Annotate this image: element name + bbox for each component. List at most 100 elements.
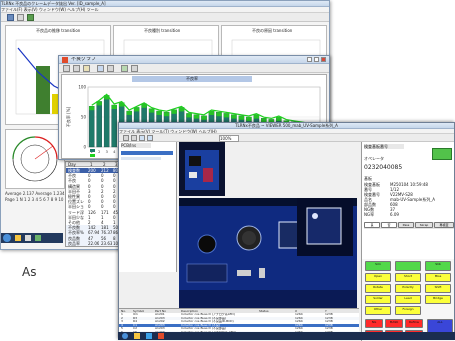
info-section-title: 基板 [364, 176, 372, 181]
defect-key-red[interactable]: NG [365, 319, 383, 328]
status-text: Average 2.137 Average 1.234 [5, 191, 65, 196]
bar-cap-mark [186, 113, 192, 118]
window-title: 不良グラフ [71, 57, 97, 62]
info-label: NG率 [364, 212, 375, 217]
defect-key-yellow[interactable]: Open [365, 273, 391, 282]
defect-key-green[interactable] [395, 261, 421, 271]
explorer-icon[interactable] [134, 333, 140, 339]
setting-icon[interactable] [83, 65, 90, 72]
zoom-icon[interactable] [97, 65, 104, 72]
app-icon [62, 57, 68, 63]
open-icon[interactable] [123, 135, 129, 141]
start-icon[interactable] [3, 234, 11, 242]
table-cell: 23.63 [101, 240, 112, 246]
browser-icon[interactable] [146, 333, 152, 339]
tree-item[interactable] [121, 157, 161, 160]
defect-key-yellow[interactable]: Solder [365, 295, 391, 304]
bar-cap-mark [156, 111, 162, 115]
print-icon[interactable] [73, 65, 80, 72]
tab-reinspect[interactable]: 再検査 [434, 222, 454, 228]
bar-mark [96, 101, 102, 148]
tree-tab[interactable]: PCB/Ins [121, 143, 151, 148]
bar-cap-mark [134, 107, 140, 112]
folder-icon[interactable] [15, 235, 21, 241]
defect-key-yellow[interactable]: Bridge [425, 295, 451, 304]
table-cell: 22.06 [88, 240, 99, 246]
zoom-out-icon[interactable] [147, 135, 153, 141]
x-tick-label: 4 [113, 150, 116, 154]
pie-chart [12, 136, 58, 182]
pie-panel [5, 129, 65, 189]
bar-cap-mark [193, 114, 200, 119]
defect-key-red[interactable]: MASK [385, 319, 403, 328]
tab-ng[interactable]: 否 [381, 222, 397, 228]
graph-toolbar [59, 64, 329, 73]
open-icon[interactable] [7, 14, 14, 21]
bar-cap-mark [216, 112, 222, 117]
defect-key-green[interactable]: Slib [425, 261, 451, 271]
app-icon[interactable] [25, 235, 31, 241]
defect-key-yellow[interactable]: Miss [425, 273, 451, 282]
tab-ok[interactable]: 良 [364, 222, 380, 228]
bar-cap-mark [148, 108, 155, 113]
start-icon[interactable] [122, 333, 128, 339]
header-cell: 2 [103, 162, 106, 167]
tab-pass[interactable]: Pass [398, 222, 414, 228]
pager-text[interactable]: Page 1 N 1 2 3 4 5 6 7 8 9 10 [5, 197, 65, 202]
defect-key-yellow[interactable]: Lead [395, 295, 421, 304]
table-body: 検査数 200 212 80 不良 0 0 0 不良 0 0 0 構造異 0 0 0 半田不 3 2 2 極性異 0 0 0 位… [66, 168, 122, 246]
save-icon[interactable] [63, 65, 70, 72]
bar-cap-mark [231, 114, 237, 119]
maximize-button[interactable] [314, 57, 319, 62]
bar-mark [88, 106, 95, 148]
table-header: Day 1 2 3 [66, 162, 122, 167]
header-cell: 1 [90, 162, 93, 167]
print-icon[interactable] [17, 14, 24, 21]
export-icon[interactable] [121, 65, 128, 72]
defect-key-red[interactable]: Reflow [405, 319, 423, 328]
component-svg [306, 207, 342, 245]
result-tabs: 良 否 Pass Skrap 再検査 [364, 222, 454, 229]
info-section-title: 検査基板番号 [364, 144, 404, 149]
panel-title: 不良の原因 transition [252, 28, 293, 33]
taskbar [1, 233, 63, 243]
table-cell: 良品率 [68, 240, 80, 246]
bar-cap-mark [223, 113, 230, 118]
bar-cap-mark [201, 115, 207, 120]
app-icon[interactable] [35, 235, 41, 241]
tab-scrap[interactable]: Skrap [415, 222, 433, 228]
defect-key-yellow[interactable]: Rotate [365, 284, 391, 293]
defect-key-yellow[interactable]: Shift [425, 284, 451, 293]
defect-key-yellow[interactable]: Foreign [395, 306, 421, 315]
minimize-button[interactable] [307, 57, 312, 62]
table-icon[interactable] [131, 65, 138, 72]
pass-indicator [432, 148, 452, 160]
title-bar: 不良グラフ [59, 56, 329, 64]
zoom-in-icon[interactable] [139, 135, 145, 141]
defect-key-yellow[interactable]: Polarity [395, 284, 421, 293]
defect-key-green[interactable]: Sim [365, 261, 391, 271]
defect-list: No. Symbol Part No Description Status X Y 1 IC1… [119, 308, 359, 335]
board-overview-image[interactable] [179, 142, 225, 196]
save-icon[interactable] [131, 135, 137, 141]
legend-swatch [90, 154, 95, 157]
daily-data-table: Day 1 2 3 検査数 200 212 80 不良 0 0 0 不良 0 0 0 構造異 0 0 0 半田不… [65, 161, 123, 247]
defect-keypad: Sim Slib Open Short Miss Rotate Polarity Shift S… [361, 259, 454, 341]
operator-label: オペレータ [364, 156, 384, 161]
tree-item-selected[interactable] [121, 151, 173, 155]
tree-panel: PCB/Ins [119, 142, 177, 272]
header-cell: Day [68, 162, 76, 167]
bar-cap-mark [246, 117, 252, 121]
component-image[interactable] [297, 198, 353, 256]
bar-cap-mark [126, 111, 132, 115]
chart-icon[interactable] [27, 14, 34, 21]
toolbar [1, 13, 329, 22]
app-icon[interactable] [158, 333, 164, 339]
defect-key-yellow[interactable]: Other [365, 306, 391, 315]
board-overview-svg [185, 150, 219, 190]
zoom-select[interactable]: 100% [219, 135, 239, 142]
copy-icon[interactable] [107, 65, 114, 72]
defect-key-yellow[interactable]: Short [395, 273, 421, 282]
inspection-info-panel: 検査基板番号 オペレータ 0232040085 基板 検査基板 M250104 1… [361, 142, 454, 260]
close-button[interactable] [321, 57, 326, 62]
